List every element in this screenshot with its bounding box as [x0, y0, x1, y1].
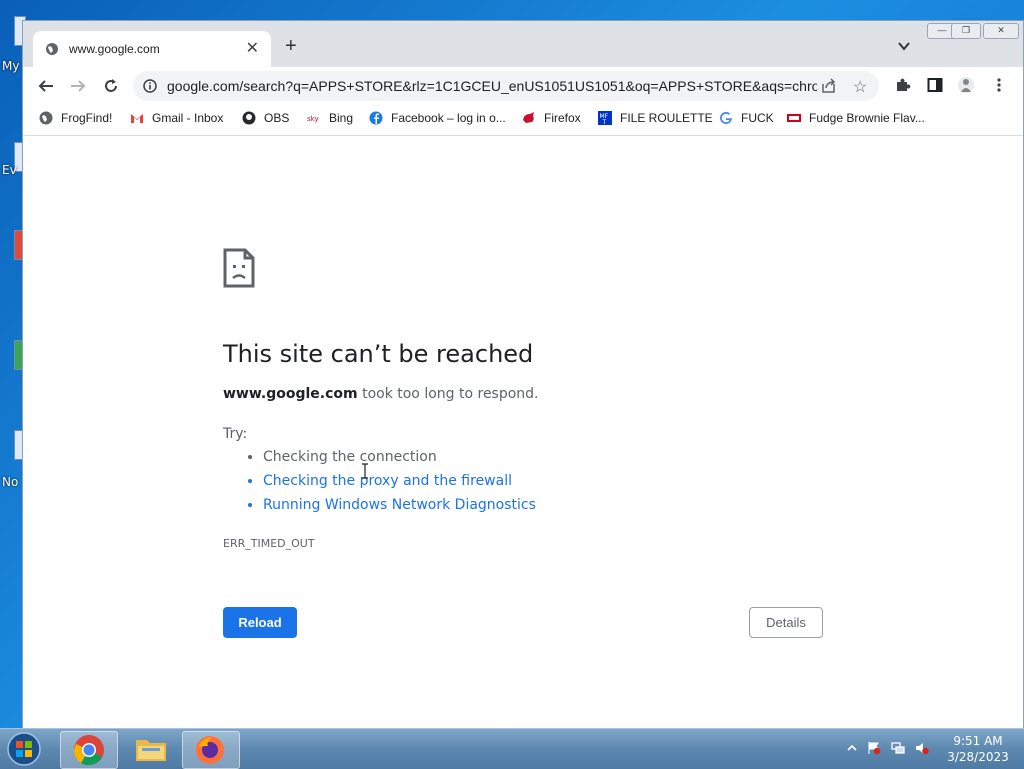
bookmark-fudge-brownie[interactable]: Fudge Brownie Flav... [787, 111, 925, 129]
gmail-icon [131, 114, 143, 123]
text-cursor-icon [362, 463, 368, 479]
bookmark-frogfind[interactable]: FrogFind! [39, 111, 112, 129]
bookmark-label: Facebook – log in o... [391, 111, 506, 125]
facebook-icon [369, 111, 383, 125]
bookmark-label: FrogFind! [61, 111, 113, 125]
desktop-icon-label: Ev [2, 163, 17, 177]
firefox-icon [196, 736, 224, 764]
bookmark-label: Fudge Brownie Flav... [809, 111, 925, 125]
tab-close-icon[interactable]: ✕ [246, 38, 259, 58]
reload-icon[interactable] [102, 77, 120, 95]
new-tab-button[interactable]: + [285, 36, 297, 56]
restore-button[interactable]: ❐ [951, 23, 981, 39]
sky-icon: sky [307, 115, 319, 123]
reload-button[interactable]: Reload [223, 607, 297, 638]
desktop-icon-label: No [2, 475, 19, 489]
bookmark-obs[interactable]: OBS [242, 111, 289, 129]
chrome-icon [73, 735, 104, 766]
chevron-down-icon[interactable] [897, 39, 911, 53]
browser-toolbar: google.com/search?q=APPS+STORE&rlz=1C1GC… [23, 67, 1023, 105]
start-button-icon[interactable] [4, 731, 44, 767]
show-hidden-icons-icon[interactable] [845, 741, 859, 755]
red-animal-icon [523, 112, 534, 123]
taskbar-firefox-button[interactable] [182, 731, 240, 769]
chrome-window: www.google.com ✕ + — ❐ ✕ google.com/sear… [22, 20, 1024, 730]
close-window-button[interactable]: ✕ [983, 23, 1019, 39]
suggestion-check-connection: Checking the connection [263, 448, 536, 472]
info-icon[interactable] [143, 79, 157, 93]
globe-icon [39, 111, 53, 125]
desktop-icon-label: My [2, 59, 20, 73]
bookmarks-bar: FrogFind! Gmail - Inbox OBS sky Bing Face… [23, 105, 1023, 136]
bookmark-label: FILE ROULETTE [620, 111, 713, 125]
suggestion-proxy-firewall-link[interactable]: Checking the proxy and the firewall [263, 472, 536, 496]
google-icon [720, 111, 732, 124]
network-icon[interactable] [891, 741, 905, 755]
bookmark-bing[interactable]: sky Bing [307, 111, 353, 129]
error-page: This site can’t be reached www.google.co… [23, 136, 1023, 729]
folder-icon [136, 740, 166, 761]
suggestion-network-diagnostics-link[interactable]: Running Windows Network Diagnostics [263, 496, 536, 520]
taskbar-file-explorer-button[interactable] [124, 731, 180, 767]
suggestions-list: Checking the connection Checking the pro… [245, 448, 536, 520]
bookmark-label: Gmail - Inbox [152, 111, 224, 125]
tab-strip: www.google.com ✕ + — ❐ ✕ [23, 21, 1023, 67]
bookmark-label: Bing [329, 111, 354, 125]
error-heading: This site can’t be reached [223, 340, 534, 368]
bookmark-facebook[interactable]: Facebook – log in o... [369, 111, 506, 129]
taskbar-chrome-button[interactable] [60, 731, 118, 769]
tab-title: www.google.com [69, 42, 160, 56]
extensions-puzzle-icon[interactable] [895, 77, 911, 93]
bookmark-fuck[interactable]: FUCK [719, 111, 774, 129]
sad-page-icon [223, 248, 255, 288]
svg-text:T: T [602, 119, 607, 125]
tab-google[interactable]: www.google.com ✕ [33, 31, 271, 67]
bookmark-firefox[interactable]: Firefox [522, 111, 581, 129]
error-code: ERR_TIMED_OUT [223, 537, 315, 550]
share-icon[interactable] [821, 78, 837, 94]
error-host: www.google.com [223, 386, 358, 402]
error-message-text: took too long to respond. [357, 386, 539, 402]
clock-date: 3/28/2023 [947, 750, 1009, 764]
address-bar[interactable]: google.com/search?q=APPS+STORE&rlz=1C1GC… [133, 71, 879, 101]
url-text[interactable]: google.com/search?q=APPS+STORE&rlz=1C1GC… [167, 78, 817, 94]
taskbar-clock[interactable]: 9:51 AM 3/28/2023 [938, 733, 1018, 765]
forward-arrow-icon[interactable] [69, 77, 87, 95]
try-label: Try: [223, 426, 248, 442]
globe-icon [46, 43, 58, 55]
profile-avatar-icon[interactable] [958, 77, 974, 93]
error-message: www.google.com took too long to respond. [223, 386, 539, 402]
clock-time: 9:51 AM [953, 734, 1003, 748]
mf-icon: MFT [598, 111, 612, 125]
svg-text:sky: sky [307, 115, 319, 123]
red-icon [787, 114, 801, 122]
bookmark-file-roulette[interactable]: MF T FILE ROULETTE [598, 111, 713, 129]
bookmark-label: Firefox [544, 111, 581, 125]
details-button[interactable]: Details [749, 607, 823, 638]
action-center-flag-icon[interactable] [867, 741, 881, 755]
back-arrow-icon[interactable] [37, 77, 55, 95]
side-panel-icon[interactable] [927, 77, 943, 93]
volume-muted-icon[interactable] [915, 741, 929, 755]
bookmark-star-icon[interactable]: ☆ [853, 77, 867, 97]
bookmark-label: OBS [264, 111, 290, 125]
bookmark-label: FUCK [741, 111, 774, 125]
kebab-menu-icon[interactable] [991, 77, 1007, 93]
github-icon [242, 111, 256, 125]
windows-taskbar: 9:51 AM 3/28/2023 [0, 728, 1024, 769]
bookmark-gmail[interactable]: Gmail - Inbox [130, 111, 223, 129]
